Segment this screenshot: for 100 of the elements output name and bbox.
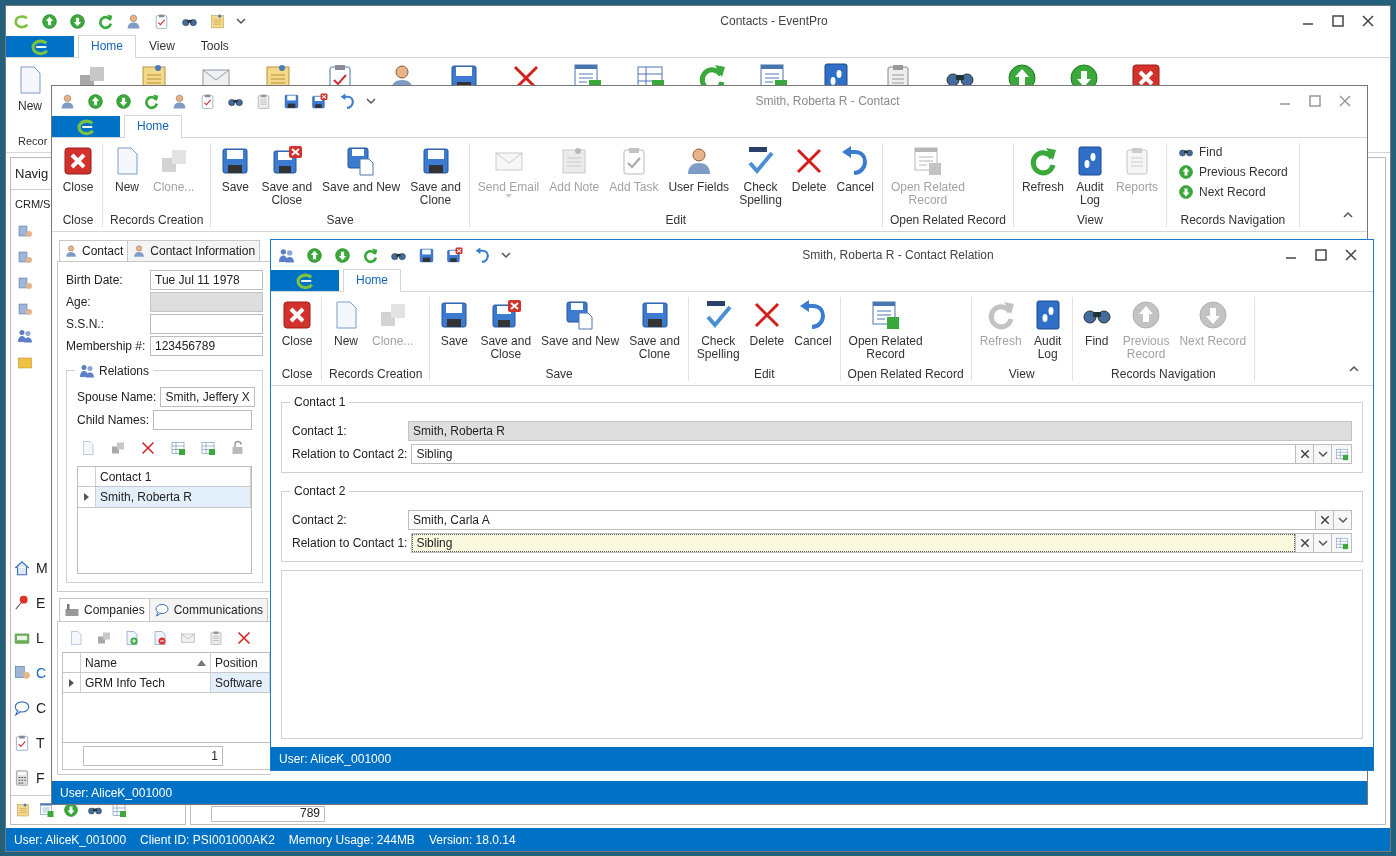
dropdown-button[interactable]	[1334, 510, 1352, 530]
record-count-field[interactable]: 789	[211, 806, 325, 822]
up-arrow-button[interactable]	[40, 11, 59, 31]
app-menu-button[interactable]	[6, 36, 74, 57]
form-tab[interactable]: Contact Information	[127, 240, 261, 261]
customize-dropdown-icon[interactable]	[366, 97, 376, 105]
clipboard-check-icon	[153, 12, 170, 30]
dropdown-button[interactable]	[1314, 533, 1332, 553]
ribbon-button[interactable]: Open Related Record	[843, 297, 928, 363]
ribbon-button[interactable]: Cancel	[831, 143, 879, 196]
refresh-icon	[362, 246, 379, 264]
maximize-icon[interactable]	[1315, 249, 1327, 261]
maximize-icon[interactable]	[1332, 15, 1344, 27]
ribbon-button[interactable]: Close	[276, 297, 318, 350]
group-label: Records Creation	[109, 213, 205, 227]
group-label: View	[1076, 213, 1104, 227]
input-field[interactable]: Smith, Roberta R	[408, 421, 1352, 441]
ribbon-button[interactable]: Save and Clone	[624, 297, 685, 363]
ribbon-button[interactable]: Save and Clone	[405, 143, 466, 209]
speech-bubble-icon	[153, 602, 170, 618]
nav-item[interactable]: F	[11, 760, 47, 795]
input-field[interactable]: Smith, Jeffery X	[160, 387, 255, 407]
dropdown-button[interactable]	[1314, 444, 1332, 464]
undo-icon	[474, 246, 491, 264]
floppy-disk-close-button[interactable]	[310, 91, 329, 111]
floppy-disk-button[interactable]	[282, 91, 301, 111]
ribbon-button[interactable]: Check Spelling	[691, 297, 745, 363]
form-tab[interactable]: Communications	[148, 598, 269, 621]
collapse-ribbon-icon[interactable]	[1349, 364, 1359, 373]
floppy-disk-close-button[interactable]	[445, 245, 464, 265]
input-field[interactable]: Smith, Carla A	[408, 510, 1316, 530]
dropdown-icon[interactable]	[1317, 539, 1328, 547]
window-cube-icon	[869, 299, 902, 331]
down-arrow-button[interactable]	[114, 91, 133, 111]
ribbon-button[interactable]: Refresh	[1016, 143, 1069, 196]
ribbon-button[interactable]: Find	[1075, 297, 1118, 350]
ribbon-button[interactable]: Audit Log	[1069, 143, 1111, 209]
ribbon-button[interactable]: Save	[214, 143, 257, 196]
ribbon-tab[interactable]: View	[136, 35, 188, 57]
down-arrow-button[interactable]	[333, 245, 352, 265]
undo-button[interactable]	[473, 245, 492, 265]
up-arrow-button[interactable]	[86, 91, 105, 111]
ribbon-tab[interactable]: Home	[343, 269, 401, 292]
form-tab[interactable]: Companies	[59, 598, 150, 622]
ribbon-button[interactable]: Previous Record	[1176, 163, 1290, 181]
customize-dropdown-icon[interactable]	[501, 251, 511, 259]
ribbon-tab[interactable]: Home	[78, 35, 136, 58]
ribbon-button[interactable]: New	[325, 297, 367, 350]
column-header[interactable]: Contact 1	[96, 467, 251, 486]
record-count-field[interactable]: 1	[83, 746, 223, 766]
nav-item[interactable]: C	[11, 655, 49, 690]
nav-item[interactable]: E	[11, 585, 48, 620]
ribbon-button[interactable]: Cancel	[789, 297, 837, 350]
input-field[interactable]: Tue Jul 11 1978	[150, 270, 263, 290]
ribbon-button[interactable]: Find	[1176, 143, 1225, 161]
undo-button[interactable]	[338, 91, 357, 111]
ribbon-button[interactable]: Save and New	[536, 297, 625, 350]
ribbon-button[interactable]: Delete	[786, 143, 832, 196]
floppy-disk-button[interactable]	[417, 245, 436, 265]
ribbon-tab[interactable]: Home	[124, 115, 182, 138]
dropdown-icon[interactable]	[1317, 450, 1328, 458]
ribbon-button[interactable]: Next Record	[1176, 183, 1268, 201]
nav-item[interactable]: C	[11, 690, 49, 725]
person-icon	[64, 244, 78, 258]
nav-item[interactable]: L	[11, 620, 46, 655]
input-field[interactable]	[150, 314, 263, 334]
input-field[interactable]: Sibling	[411, 444, 1296, 464]
app-menu-button[interactable]	[52, 116, 120, 137]
ribbon-tab[interactable]: Tools	[187, 35, 242, 57]
ribbon-button[interactable]: Delete	[744, 297, 790, 350]
dropdown-icon[interactable]	[1337, 516, 1348, 524]
form-tab[interactable]: Contact	[59, 240, 129, 262]
group-label: Open Related Record	[888, 213, 1007, 227]
floppy-disk-close-icon	[489, 299, 522, 331]
ribbon-button[interactable]: User Fields	[663, 143, 735, 196]
close-icon[interactable]	[1362, 15, 1374, 27]
ribbon-button[interactable]: Save	[433, 297, 476, 350]
up-arrow-button[interactable]	[305, 245, 324, 265]
column-header[interactable]: Name	[81, 653, 211, 672]
app-menu-button[interactable]	[271, 270, 339, 291]
ribbon-button[interactable]: Save and Close	[475, 297, 537, 363]
input-field[interactable]	[153, 410, 252, 430]
clear-button[interactable]	[1296, 533, 1314, 553]
nav-item[interactable]: T	[11, 725, 47, 760]
ribbon-button[interactable]: New	[14, 62, 46, 115]
ribbon-button[interactable]: Save and New	[317, 143, 406, 196]
collapse-ribbon-icon[interactable]	[1343, 210, 1353, 219]
ribbon-button[interactable]: Save and Close	[256, 143, 318, 209]
input-field[interactable]: Sibling	[411, 533, 1296, 553]
clear-button[interactable]	[1316, 510, 1334, 530]
clear-button[interactable]	[1296, 444, 1314, 464]
row-indicator-icon	[69, 678, 74, 687]
nav-item[interactable]: M	[11, 550, 50, 585]
close-icon[interactable]	[1345, 249, 1357, 261]
customize-dropdown-icon[interactable]	[236, 17, 246, 25]
edit-button[interactable]	[1332, 444, 1352, 464]
input-field[interactable]: 123456789	[150, 336, 263, 356]
ribbon-button[interactable]: Check Spelling	[734, 143, 787, 209]
ribbon-button[interactable]: Audit Log	[1026, 297, 1069, 363]
down-arrow-button[interactable]	[68, 11, 87, 31]
